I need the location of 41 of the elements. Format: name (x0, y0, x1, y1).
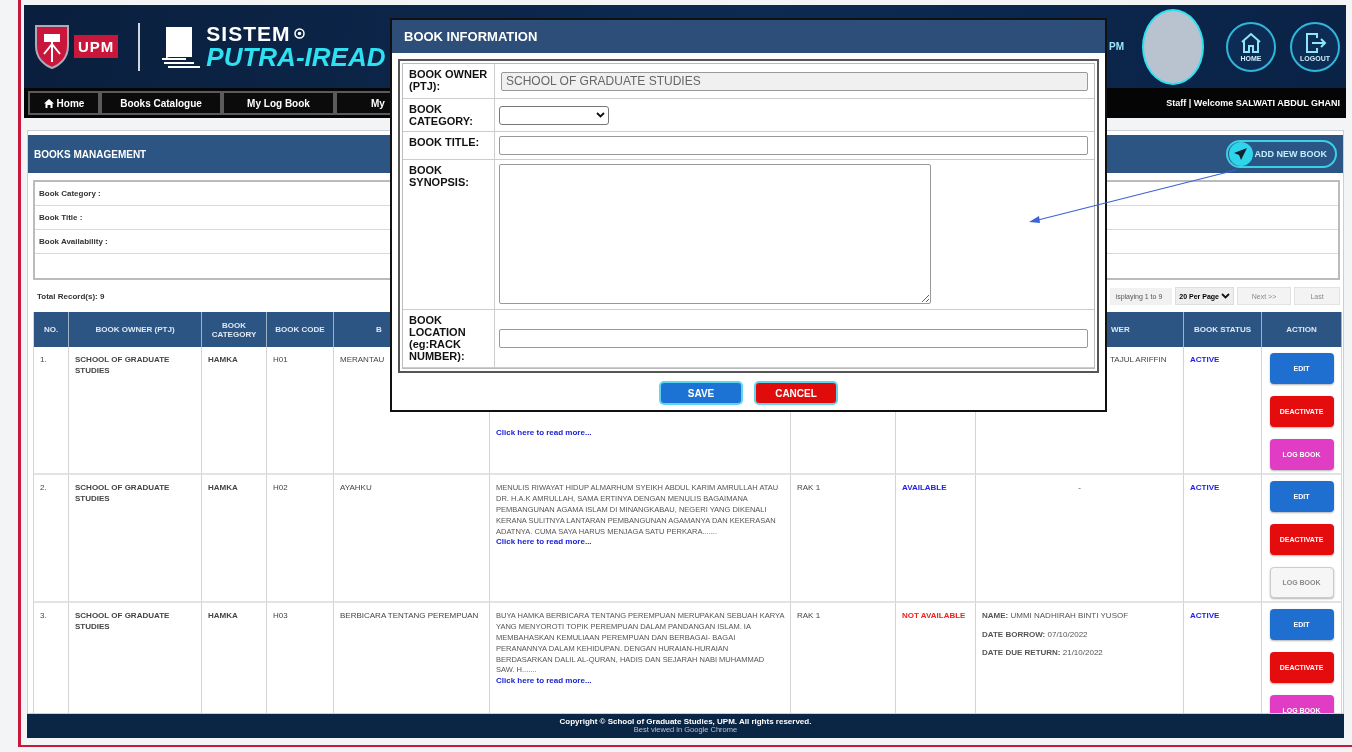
table-cell: ACTIVE (1184, 347, 1262, 475)
table-cell: SCHOOL OF GRADUATE STUDIES (69, 475, 202, 603)
filter-label: Book Availability : (39, 237, 108, 246)
table-cell: - (976, 475, 1184, 603)
panel-title: BOOKS MANAGEMENT (34, 148, 147, 160)
field-label: BOOK LOCATION (eg:RACK NUMBER): (403, 310, 495, 368)
availability-text: NOT AVAILABLE (902, 611, 966, 622)
table-cell: AYAHKU (334, 475, 490, 603)
total-records: Total Record(s): 9 (37, 291, 105, 301)
table-cell: RAK 1 (791, 475, 896, 603)
system-title: SISTEM (206, 23, 291, 44)
table-cell: H02 (267, 475, 334, 603)
copyright-text: Copyright © School of Graduate Studies, UPM. All rights reserved. (559, 718, 812, 727)
borrower-detail: DATE DUE RETURN: 21/10/2022 (982, 648, 1103, 658)
filter-label: Book Title : (39, 213, 83, 222)
header-text: PM (1109, 41, 1124, 52)
availability-text: AVAILABLE (902, 483, 947, 494)
field-label: BOOK CATEGORY: (403, 99, 495, 132)
table-cell: 2. (34, 475, 69, 603)
column-header: BOOK OWNER (PTJ) (69, 312, 202, 347)
dialog-title: BOOK INFORMATION (404, 29, 538, 44)
table-cell: HAMKA (202, 475, 267, 603)
column-header: BOOK CATEGORY (202, 312, 267, 347)
field-label: BOOK OWNER (PTJ): (403, 64, 495, 99)
field-label: BOOK SYNOPSIS: (403, 160, 495, 310)
column-header: BOOK STATUS (1184, 312, 1262, 347)
column-header: BOOK CODE (267, 312, 334, 347)
borrower-detail: NAME: UMMI NADHIRAH BINTI YUSOF (982, 611, 1129, 621)
table-cell: HAMKA (202, 347, 267, 475)
borrower-detail: DATE BORROW: 07/10/2022 (982, 629, 1088, 640)
welcome-text: Staff | Welcome SALWATI ABDUL GHANI (1166, 98, 1340, 108)
column-header: ACTION (1262, 312, 1342, 347)
table-cell: 1. (34, 347, 69, 475)
logo-text: UPM (74, 35, 119, 58)
field-label: BOOK TITLE: (403, 132, 495, 160)
table-cell: ACTIVE (1184, 475, 1262, 603)
system-name: PUTRA-IREAD (206, 44, 386, 70)
filter-label: Book Category : (39, 189, 101, 198)
table-cell: H01 (267, 347, 334, 475)
table-cell: SCHOOL OF GRADUATE STUDIES (69, 347, 202, 475)
column-header: NO. (34, 312, 69, 347)
